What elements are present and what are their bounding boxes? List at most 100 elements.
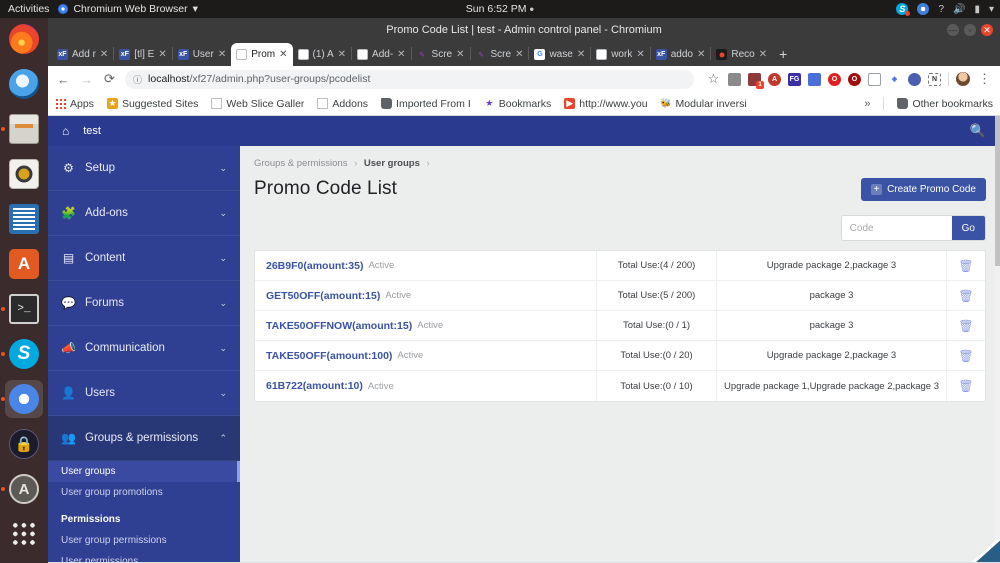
close-button[interactable]: ✕ — [981, 23, 993, 36]
dock-item-terminal[interactable]: >_ — [1, 290, 43, 328]
trash-icon[interactable]: 🗑 — [947, 341, 985, 370]
close-icon[interactable]: ✕ — [697, 49, 705, 60]
trash-icon[interactable]: 🗑 — [947, 371, 985, 401]
dock-item-skype[interactable]: S — [1, 335, 43, 373]
close-icon[interactable]: ✕ — [279, 49, 287, 60]
sidebar-item-groups-permissions[interactable]: 👥 Groups & permissions ⌃ — [48, 416, 240, 461]
bookmark-modular-inversion[interactable]: 🐝 Modular inversi — [661, 98, 747, 110]
close-icon[interactable]: ✕ — [456, 49, 464, 60]
reload-button[interactable]: ⟳ — [102, 71, 117, 87]
tray-chromium-icon[interactable] — [917, 3, 930, 15]
extension-translate-icon[interactable] — [808, 72, 821, 86]
dock-item-files[interactable] — [1, 110, 43, 148]
forward-button[interactable]: → — [79, 72, 94, 87]
dock-item-rhythmbox[interactable] — [5, 155, 43, 193]
table-row[interactable]: 26B9F0(amount:35) Active Total Use:(4 / … — [255, 251, 985, 281]
extension-abp-icon[interactable]: A — [768, 72, 781, 86]
bookmark-bookmarks[interactable]: ★ Bookmarks — [484, 98, 551, 110]
tab-add-r[interactable]: xF Add r ✕ — [52, 43, 113, 66]
close-icon[interactable]: ✕ — [577, 49, 585, 60]
trash-icon[interactable]: 🗑 — [947, 311, 985, 340]
tab-tl-e[interactable]: xF [tl] E ✕ — [114, 43, 171, 66]
new-tab-button[interactable]: + — [772, 46, 794, 62]
tab-reco[interactable]: Reco ✕ — [711, 43, 772, 66]
close-icon[interactable]: ✕ — [636, 49, 644, 60]
trash-icon[interactable]: 🗑 — [947, 281, 985, 310]
extension-opera-dark-icon[interactable]: O — [848, 72, 861, 86]
sidebar-subitem-user-groups[interactable]: User groups — [48, 461, 240, 482]
dock-item-writer[interactable] — [5, 200, 43, 238]
tab-promo-code-list[interactable]: Prom ✕ — [231, 43, 293, 66]
dock-item-chromium[interactable] — [1, 380, 43, 418]
tab-1-a[interactable]: (1) A ✕ — [293, 43, 352, 66]
trash-icon[interactable]: 🗑 — [947, 251, 985, 280]
sidebar-item-add-ons[interactable]: 🧩 Add-ons ⌄ — [48, 191, 240, 236]
promo-code-link[interactable]: GET50OFF(amount:15) — [266, 290, 380, 302]
extension-gray-icon[interactable] — [728, 72, 741, 86]
promo-code-link[interactable]: 26B9F0(amount:35) — [266, 260, 363, 272]
page-scrollbar[interactable] — [995, 116, 1000, 562]
dock-item-keepass[interactable]: 🔒 — [5, 425, 43, 463]
sidebar-item-content[interactable]: ▤ Content ⌄ — [48, 236, 240, 281]
go-button[interactable]: Go — [951, 216, 985, 240]
tray-skype-icon[interactable]: S — [896, 3, 911, 16]
bookmark-web-slice-gallery[interactable]: Web Slice Galler — [211, 98, 304, 110]
tab-wase[interactable]: Gwase ✕ — [529, 43, 590, 66]
close-icon[interactable]: ✕ — [158, 49, 166, 60]
sidebar-item-forums[interactable]: 💬 Forums ⌄ — [48, 281, 240, 326]
extension-shield-icon[interactable] — [748, 72, 764, 89]
extension-opera-red-icon[interactable]: O — [828, 72, 841, 86]
bookmark-apps[interactable]: Apps — [55, 98, 94, 110]
maximize-button[interactable]: ▫ — [964, 23, 976, 36]
close-icon[interactable]: ✕ — [100, 49, 108, 60]
extension-notes-icon[interactable]: N — [928, 72, 941, 86]
bookmark-addons[interactable]: Addons — [317, 98, 368, 110]
table-row[interactable]: 61B722(amount:10) Active Total Use:(0 / … — [255, 371, 985, 401]
bookmark-suggested-sites[interactable]: ★ Suggested Sites — [106, 98, 198, 110]
close-icon[interactable]: ✕ — [218, 49, 226, 60]
bookmark-other-bookmarks[interactable]: Other bookmarks — [897, 98, 993, 110]
dock-item-software-updater[interactable]: A — [1, 470, 43, 508]
promo-code-link[interactable]: TAKE50OFFNOW(amount:15) — [266, 320, 412, 332]
address-bar[interactable]: ⓘ localhost/xf27/admin.php?user-groups/p… — [125, 69, 694, 89]
browser-menu-button[interactable]: ⋮ — [977, 71, 992, 87]
help-icon[interactable]: ? — [938, 4, 944, 15]
create-promo-code-button[interactable]: + Create Promo Code — [861, 178, 986, 201]
home-icon[interactable]: ⌂ — [62, 124, 69, 138]
promo-code-link[interactable]: TAKE50OFF(amount:100) — [266, 350, 392, 362]
tab-work[interactable]: work ✕ — [591, 43, 650, 66]
sidebar-subitem-user-group-permissions[interactable]: User group permissions — [48, 530, 240, 551]
sidebar-item-users[interactable]: 👤 Users ⌄ — [48, 371, 240, 416]
extension-diamond-icon[interactable]: ◈ — [888, 72, 901, 86]
table-row[interactable]: TAKE50OFF(amount:100) Active Total Use:(… — [255, 341, 985, 371]
battery-icon[interactable]: ▮ — [974, 4, 980, 15]
sidebar-subitem-user-group-promotions[interactable]: User group promotions — [48, 482, 240, 503]
dock-item-ubuntu-software[interactable]: A — [5, 245, 43, 283]
tab-user[interactable]: xF User ✕ — [173, 43, 232, 66]
bookmark-imported-from[interactable]: Imported From I — [381, 98, 471, 110]
sidebar-subitem-user-permissions[interactable]: User permissions — [48, 551, 240, 562]
bookmarks-overflow-button[interactable]: » — [864, 98, 870, 110]
sidebar-item-setup[interactable]: ⚙ Setup ⌄ — [48, 146, 240, 191]
bookmark-youtube[interactable]: ▶ http://www.you — [564, 98, 648, 110]
dock-item-thunderbird[interactable] — [5, 65, 43, 103]
table-row[interactable]: TAKE50OFFNOW(amount:15) Active Total Use… — [255, 311, 985, 341]
back-button[interactable]: ← — [56, 72, 71, 87]
bookmark-star-icon[interactable]: ☆ — [706, 71, 721, 87]
dock-item-firefox[interactable] — [5, 20, 43, 58]
tab-addo[interactable]: xF addo ✕ — [651, 43, 711, 66]
system-menu-chevron-icon[interactable]: ▾ — [989, 4, 994, 15]
table-row[interactable]: GET50OFF(amount:15) Active Total Use:(5 … — [255, 281, 985, 311]
app-menu[interactable]: Chromium Web Browser ▾ — [58, 3, 198, 15]
tab-scre-1[interactable]: ✎ Scre ✕ — [412, 43, 470, 66]
volume-icon[interactable]: 🔊 — [953, 4, 965, 15]
site-name[interactable]: test — [83, 125, 101, 137]
close-icon[interactable]: ✕ — [397, 49, 405, 60]
extension-mail-icon[interactable] — [868, 72, 881, 86]
breadcrumb-user-groups[interactable]: User groups — [364, 158, 420, 169]
close-icon[interactable]: ✕ — [515, 49, 523, 60]
site-info-icon[interactable]: ⓘ — [133, 73, 142, 86]
close-icon[interactable]: ✕ — [759, 49, 767, 60]
minimize-button[interactable]: — — [947, 23, 959, 36]
avatar[interactable] — [956, 72, 970, 86]
